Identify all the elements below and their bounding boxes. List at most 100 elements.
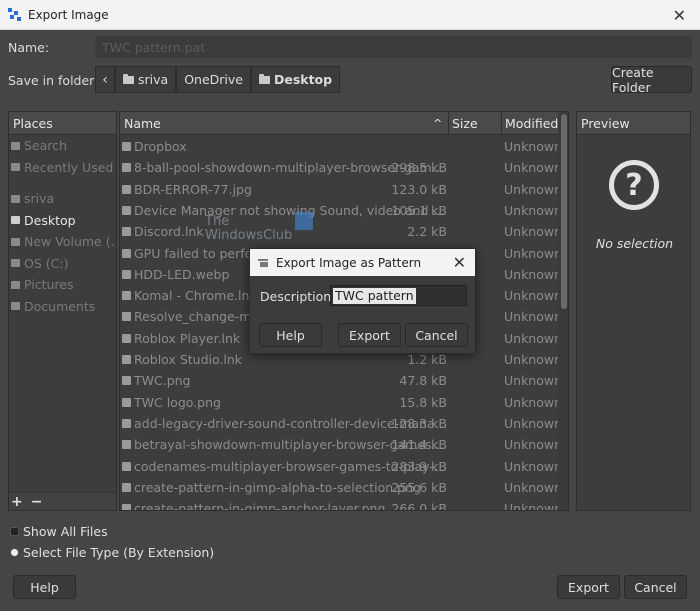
dialog-cancel-button[interactable]: Cancel: [405, 323, 468, 347]
file-modified: Unknown: [504, 437, 563, 453]
file-modified: Unknown: [504, 288, 563, 304]
checkbox-icon: [10, 527, 19, 536]
file-modified: Unknown: [504, 415, 563, 431]
file-icon: [122, 504, 131, 510]
cancel-button[interactable]: Cancel: [624, 575, 687, 599]
create-folder-button[interactable]: Create Folder: [611, 65, 692, 95]
dialog-close-icon[interactable]: ✕: [453, 253, 466, 272]
file-row[interactable]: Dropbox Unknown: [120, 136, 562, 157]
file-size: 266.0 kB: [391, 501, 447, 511]
file-icon: [122, 291, 131, 301]
window-titlebar: Export Image ✕: [0, 0, 700, 30]
column-modified-header[interactable]: Modified: [505, 112, 558, 135]
desktop-folder-icon: [11, 216, 20, 225]
file-row[interactable]: Discord.lnk 2.2 kB Unknown: [120, 221, 562, 242]
file-icon: [122, 227, 131, 237]
file-icon: [122, 163, 131, 173]
search-icon: [11, 141, 20, 150]
file-row[interactable]: TWC logo.png 15.8 kB Unknown: [120, 392, 562, 413]
places-item-new-volume[interactable]: New Volume (...: [9, 231, 116, 253]
file-row[interactable]: codenames-multiplayer-browser-games-to-p…: [120, 456, 562, 477]
folder-icon: [123, 73, 134, 84]
file-modified: Unknown: [504, 458, 563, 474]
select-file-type-expander[interactable]: Select File Type (By Extension): [10, 545, 214, 560]
file-icon: [122, 248, 131, 258]
file-icon: [122, 461, 131, 471]
places-item-pictures[interactable]: Pictures: [9, 274, 116, 296]
dialog-title: Export Image as Pattern: [276, 255, 422, 270]
file-row[interactable]: 8-ball-pool-showdown-multiplayer-browser…: [120, 157, 562, 178]
gimp-export-icon: [8, 7, 22, 22]
window-close-icon[interactable]: ✕: [673, 6, 686, 25]
places-item-documents[interactable]: Documents: [9, 296, 116, 318]
dialog-export-button[interactable]: Export: [338, 323, 401, 347]
remove-place-button[interactable]: −: [31, 494, 43, 510]
places-item-desktop[interactable]: Desktop: [9, 210, 116, 232]
column-name-header[interactable]: Name: [124, 112, 161, 135]
file-row[interactable]: create-pattern-in-gimp-anchor-layer.png 2…: [120, 498, 562, 511]
file-row[interactable]: BDR-ERROR-77.jpg 123.0 kB Unknown: [120, 179, 562, 200]
folder-icon: [11, 302, 20, 311]
file-modified: Unknown: [504, 330, 563, 346]
home-folder-icon: [11, 194, 20, 203]
breadcrumb-item-onedrive[interactable]: OneDrive: [176, 66, 251, 93]
places-item-sriva[interactable]: sriva: [9, 188, 116, 210]
file-icon: [122, 397, 131, 407]
file-size: 15.8 kB: [399, 394, 447, 410]
file-modified: Unknown: [504, 202, 563, 218]
folder-icon: [122, 142, 131, 151]
file-icon: [122, 482, 131, 492]
file-icon: [122, 269, 131, 279]
file-modified: Unknown: [504, 373, 563, 389]
file-icon: [122, 376, 131, 386]
places-item-search[interactable]: Search: [9, 135, 116, 157]
column-size-header[interactable]: Size: [452, 112, 478, 135]
watermark-logo: The WindowsClub: [205, 212, 313, 243]
file-row[interactable]: Device Manager not showing Sound, video …: [120, 200, 562, 221]
places-header: Places: [9, 112, 116, 135]
file-icon: [122, 312, 131, 322]
drive-icon: [11, 259, 20, 268]
file-modified: Unknown: [504, 309, 563, 325]
scrollbar-thumb[interactable]: [561, 114, 567, 309]
file-modified: Unknown: [504, 181, 563, 197]
places-footer: + −: [9, 492, 116, 510]
description-label: Description:: [260, 289, 336, 304]
file-size: 128.3 kB: [391, 415, 447, 431]
file-modified: Unknown: [504, 245, 563, 261]
file-row[interactable]: TWC.png 47.8 kB Unknown: [120, 370, 562, 391]
file-modified: Unknown: [504, 224, 563, 240]
gimp-icon: [258, 257, 270, 268]
sort-ascending-icon[interactable]: ^: [433, 112, 442, 135]
add-place-button[interactable]: +: [11, 494, 23, 510]
dialog-help-button[interactable]: Help: [259, 323, 322, 347]
export-button[interactable]: Export: [557, 575, 620, 599]
dialog-titlebar: Export Image as Pattern ✕: [250, 249, 475, 276]
breadcrumb-back-button[interactable]: ‹: [95, 66, 115, 93]
description-input[interactable]: TWC pattern: [330, 285, 467, 306]
file-icon: [122, 418, 131, 428]
file-modified: Unknown: [504, 266, 563, 282]
breadcrumb-item-sriva[interactable]: sriva: [115, 66, 177, 93]
file-list-scrollbar[interactable]: [558, 112, 568, 510]
file-modified: Unknown: [504, 160, 563, 176]
show-all-files-checkbox[interactable]: Show All Files: [10, 524, 108, 539]
name-label: Name:: [8, 40, 50, 55]
help-button[interactable]: Help: [13, 575, 76, 599]
export-pattern-dialog: Export Image as Pattern ✕ Description: T…: [249, 248, 476, 354]
file-size: 2.2 kB: [407, 224, 447, 240]
file-row[interactable]: create-pattern-in-gimp-alpha-to-selectio…: [120, 477, 562, 498]
file-modified: Unknown: [504, 139, 563, 154]
expander-icon: [10, 548, 19, 557]
breadcrumb-item-desktop[interactable]: Desktop: [250, 66, 341, 93]
file-icon: [122, 355, 131, 364]
file-icon: [122, 205, 131, 215]
file-row[interactable]: add-legacy-driver-sound-controller-devic…: [120, 413, 562, 434]
file-icon: [122, 440, 131, 450]
file-modified: Unknown: [504, 501, 563, 511]
file-row[interactable]: betrayal-showdown-multiplayer-browser-ga…: [120, 434, 562, 455]
preview-panel: Preview ? No selection: [576, 111, 691, 511]
name-input[interactable]: TWC pattern.pat: [95, 36, 692, 58]
places-item-os-c[interactable]: OS (C:): [9, 253, 116, 275]
places-item-recently-used[interactable]: Recently Used: [9, 157, 116, 179]
